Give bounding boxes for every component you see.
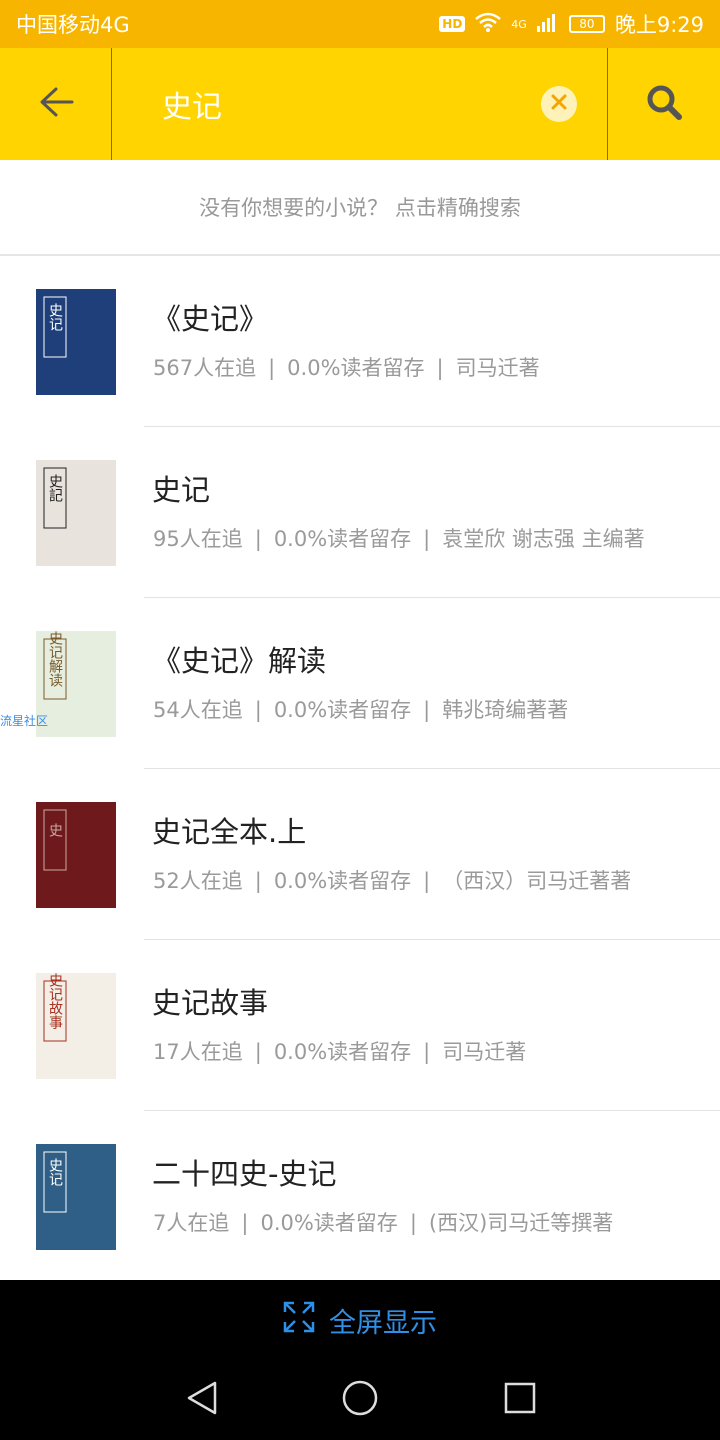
book-meta: 52人在追 | 0.0%读者留存 | （西汉）司马迁著著 xyxy=(153,865,631,895)
svg-text:史记故事: 史记故事 xyxy=(47,973,63,1029)
arrow-left-icon xyxy=(38,86,74,122)
reader-retention: 0.0%读者留存 xyxy=(273,1040,412,1064)
followers-count: 52人在追 xyxy=(153,869,243,893)
book-title: 二十四史-史记 xyxy=(152,1157,337,1191)
book-meta: 54人在追 | 0.0%读者留存 | 韩兆琦编著著 xyxy=(153,694,568,724)
svg-text:史: 史 xyxy=(47,823,63,838)
svg-text:史记: 史记 xyxy=(47,303,63,331)
followers-count: 54人在追 xyxy=(153,698,243,722)
book-result-item[interactable]: 史记解读 《史记》解读 54人在追 | 0.0%读者留存 | 韩兆琦编著著 xyxy=(0,598,720,769)
reader-retention: 0.0%读者留存 xyxy=(287,356,425,380)
separator: | xyxy=(241,1211,249,1235)
triangle-back-icon xyxy=(185,1380,219,1420)
search-query[interactable]: 史记 xyxy=(162,82,222,126)
battery-icon: 80 xyxy=(568,15,605,33)
book-cover: 史记故事 xyxy=(36,973,116,1079)
hd-badge: HD xyxy=(439,16,466,32)
search-icon xyxy=(645,83,683,125)
book-cover: 史 xyxy=(36,802,116,908)
book-result-item[interactable]: 史记 《史记》 567人在追 | 0.0%读者留存 | 司马迁著 xyxy=(0,256,720,427)
book-meta: 567人在追 | 0.0%读者留存 | 司马迁著 xyxy=(153,352,540,382)
watermark: 流星社区 xyxy=(0,714,49,728)
search-bar: 史记 xyxy=(0,48,720,160)
book-author: (西汉)司马迁等撰著 xyxy=(428,1211,614,1235)
svg-text:史记: 史记 xyxy=(47,1158,63,1186)
book-cover: 史記 xyxy=(36,460,116,566)
separator: | xyxy=(409,1211,417,1235)
separator: | xyxy=(254,869,262,893)
separator: | xyxy=(268,356,276,380)
precise-search-hint[interactable]: 没有你想要的小说？ 点击精确搜索 xyxy=(0,160,720,256)
book-meta: 95人在追 | 0.0%读者留存 | 袁堂欣 谢志强 主编著 xyxy=(153,523,645,553)
separator: | xyxy=(254,1040,262,1064)
separator: | xyxy=(436,356,444,380)
separator: | xyxy=(423,869,431,893)
followers-count: 567人在追 xyxy=(153,356,257,380)
book-title: 史记 xyxy=(152,473,211,507)
svg-text:史记解读: 史记解读 xyxy=(47,631,63,687)
book-result-item[interactable]: 史记 二十四史-史记 7人在追 | 0.0%读者留存 | (西汉)司马迁等撰著 xyxy=(0,1111,720,1282)
book-cover: 史记 xyxy=(36,1144,116,1250)
book-author: 韩兆琦编著著 xyxy=(442,698,569,722)
book-title: 史记故事 xyxy=(152,986,269,1020)
reader-retention: 0.0%读者留存 xyxy=(273,527,412,551)
book-author: （西汉）司马迁著著 xyxy=(442,869,632,893)
status-bar: 中国移动4G HD 4G 80 晚上9:29 xyxy=(0,0,720,48)
result-list: 史记 《史记》 567人在追 | 0.0%读者留存 | 司马迁著 史記 史记 95人在追 | 0.0%… xyxy=(0,256,720,1282)
back-button[interactable] xyxy=(0,48,112,160)
separator: | xyxy=(423,698,431,722)
expand-icon xyxy=(283,1301,315,1340)
clock: 晚上9:29 xyxy=(614,13,704,37)
clear-button[interactable] xyxy=(541,86,577,122)
carrier-label: 中国移动4G xyxy=(16,13,130,37)
book-result-item[interactable]: 史記 史记 95人在追 | 0.0%读者留存 | 袁堂欣 谢志强 主编著 xyxy=(0,427,720,598)
book-result-item[interactable]: 史记故事 史记故事 17人在追 | 0.0%读者留存 | 司马迁著 xyxy=(0,940,720,1111)
book-meta: 7人在追 | 0.0%读者留存 | (西汉)司马迁等撰著 xyxy=(153,1207,613,1237)
separator: | xyxy=(254,527,262,551)
reader-retention: 0.0%读者留存 xyxy=(273,698,412,722)
book-author: 司马迁著 xyxy=(455,356,540,380)
clear-icon xyxy=(550,93,568,115)
circle-home-icon xyxy=(341,1379,379,1421)
separator: | xyxy=(423,1040,431,1064)
book-cover: 史记 xyxy=(36,289,116,395)
svg-text:史記: 史記 xyxy=(47,474,63,502)
nav-recents-button[interactable] xyxy=(498,1378,542,1422)
wifi-icon xyxy=(475,12,502,37)
square-recents-icon xyxy=(503,1381,537,1419)
followers-count: 7人在追 xyxy=(153,1211,230,1235)
book-title: 《史记》 xyxy=(152,302,269,336)
search-button[interactable] xyxy=(607,48,720,160)
book-meta: 17人在追 | 0.0%读者留存 | 司马迁著 xyxy=(153,1036,526,1066)
fullscreen-button[interactable]: 全屏显示 xyxy=(0,1280,720,1360)
fullscreen-label: 全屏显示 xyxy=(329,1307,437,1339)
reader-retention: 0.0%读者留存 xyxy=(273,869,412,893)
book-title: 《史记》解读 xyxy=(152,644,327,678)
separator: | xyxy=(254,698,262,722)
signal-icon xyxy=(536,12,559,37)
separator: | xyxy=(423,527,431,551)
reader-retention: 0.0%读者留存 xyxy=(260,1211,398,1235)
search-input[interactable]: 史记 xyxy=(112,48,607,160)
network-label: 4G xyxy=(511,17,527,31)
nav-home-button[interactable] xyxy=(338,1378,382,1422)
navigation-bar: 全屏显示 xyxy=(0,1280,720,1440)
book-title: 史记全本.上 xyxy=(152,815,307,849)
followers-count: 95人在追 xyxy=(153,527,243,551)
nav-back-button[interactable] xyxy=(180,1378,224,1422)
book-author: 袁堂欣 谢志强 主编著 xyxy=(442,527,645,551)
book-author: 司马迁著 xyxy=(442,1040,527,1064)
followers-count: 17人在追 xyxy=(153,1040,243,1064)
book-result-item[interactable]: 史 史记全本.上 52人在追 | 0.0%读者留存 | （西汉）司马迁著著 xyxy=(0,769,720,940)
